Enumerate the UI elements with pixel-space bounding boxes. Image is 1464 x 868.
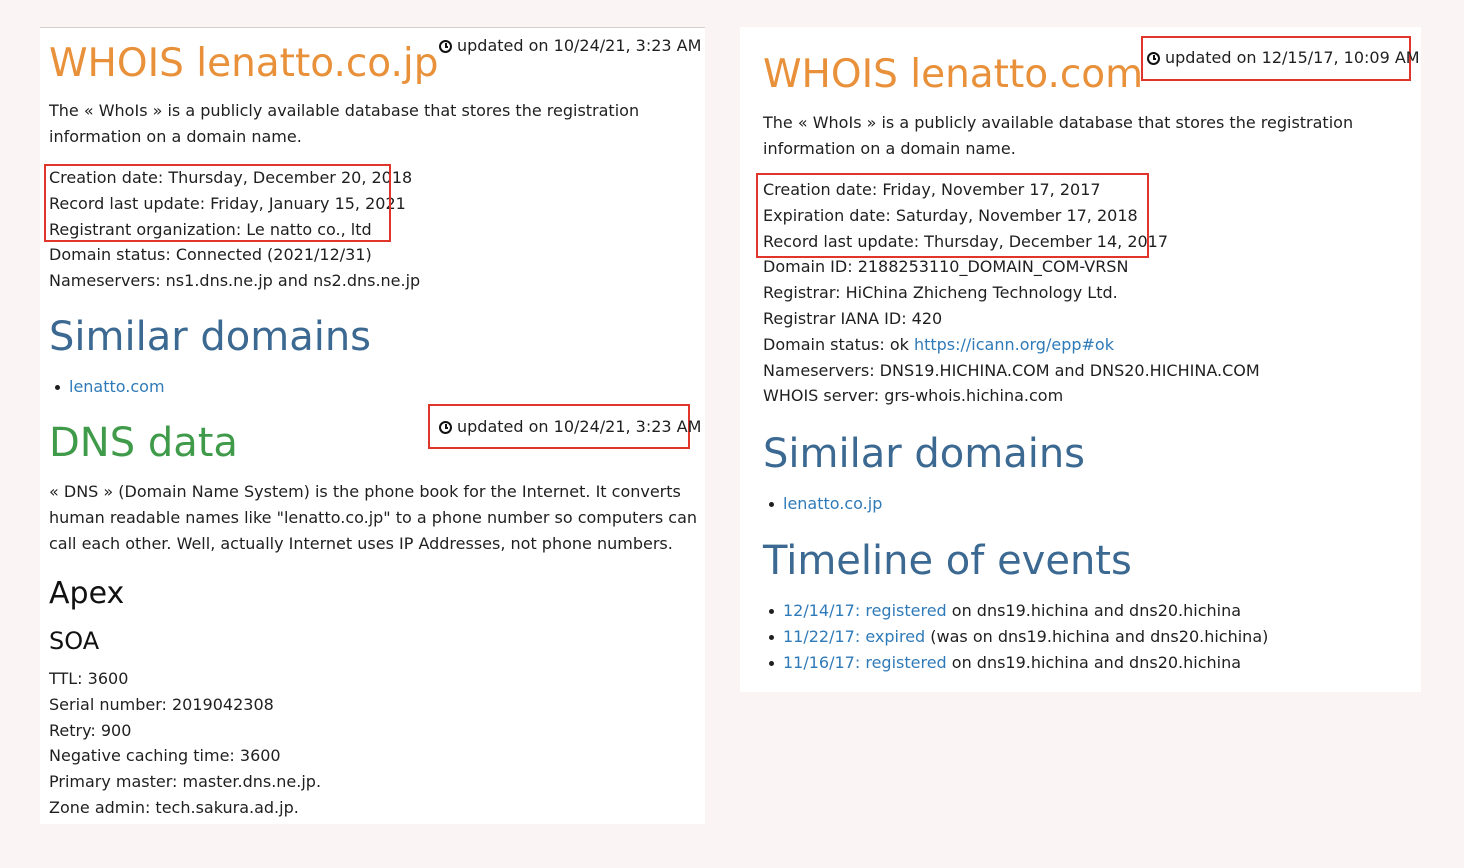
- similar-domains-list: lenatto.com: [50, 374, 165, 400]
- similar-domain-link[interactable]: lenatto.co.jp: [783, 494, 882, 513]
- dns-updated-timestamp: updated on 10/24/21, 3:23 AM: [439, 416, 701, 438]
- left-whois-panel: WHOIS lenatto.co.jp updated on 10/24/21,…: [40, 27, 705, 824]
- timeline-event-link[interactable]: 11/22/17: expired: [783, 627, 925, 646]
- page-title: WHOIS lenatto.com: [763, 52, 1144, 97]
- page-title: WHOIS lenatto.co.jp: [49, 41, 439, 86]
- soa-ttl: TTL: 3600: [49, 669, 129, 688]
- dns-data-heading: DNS data: [49, 420, 238, 466]
- soa-negative-caching: Negative caching time: 3600: [49, 746, 281, 766]
- dns-text-line: « DNS » (Domain Name System) is the phon…: [49, 482, 681, 501]
- soa-serial: Serial number: 2019042308: [49, 694, 274, 714]
- registrar-iana-id: Registrar IANA ID: 420: [763, 308, 943, 328]
- timeline-event-text: (was on dns19.hichina and dns20.hichina): [925, 626, 1269, 646]
- highlight-box: [756, 173, 1149, 258]
- apex-heading: Apex: [49, 576, 125, 611]
- similar-domains-list: lenatto.co.jp: [764, 491, 882, 517]
- intro-text: The « WhoIs » is a publicly available da…: [49, 98, 639, 150]
- similar-domain-link[interactable]: lenatto.com: [69, 377, 165, 396]
- dns-description: « DNS » (Domain Name System) is the phon…: [49, 479, 697, 556]
- updated-text: updated on 10/24/21, 3:23 AM: [457, 417, 702, 436]
- soa-heading: SOA: [49, 627, 100, 655]
- registrar: Registrar: HiChina Zhicheng Technology L…: [763, 283, 1118, 303]
- domain-status-label: Domain status: ok: [763, 334, 914, 354]
- similar-domains-heading: Similar domains: [763, 431, 1086, 477]
- soa-primary-master: Primary master: master.dns.ne.jp.: [49, 772, 322, 792]
- right-whois-panel: WHOIS lenatto.com updated on 12/15/17, 1…: [740, 27, 1421, 692]
- clock-icon: [1147, 51, 1160, 65]
- updated-timestamp: updated on 12/15/17, 10:09 AM: [1147, 47, 1420, 69]
- updated-text: updated on 12/15/17, 10:09 AM: [1165, 48, 1420, 67]
- dns-text-line: call each other. Well, actually Internet…: [49, 533, 673, 553]
- list-item: lenatto.com: [50, 374, 165, 400]
- soa-zone-admin: Zone admin: tech.sakura.ad.jp.: [49, 797, 299, 817]
- list-item: lenatto.co.jp: [764, 491, 882, 517]
- timeline-heading: Timeline of events: [763, 538, 1132, 584]
- similar-domains-heading: Similar domains: [49, 314, 372, 360]
- dns-text-line: human readable names like "lenatto.co.jp…: [49, 507, 698, 527]
- intro-line: information on a domain name.: [49, 126, 302, 146]
- domain-id: Domain ID: 2188253110_DOMAIN_COM-VRSN: [763, 257, 1129, 277]
- list-item: 12/14/17: registered on dns19.hichina an…: [764, 598, 1268, 624]
- domain-status: Domain status: ok https://icann.org/epp#…: [763, 332, 1260, 358]
- updated-timestamp: updated on 10/24/21, 3:23 AM: [439, 35, 701, 57]
- timeline-event-text: on dns19.hichina and dns20.hichina: [946, 652, 1242, 672]
- soa-fields: TTL: 3600 Serial number: 2019042308 Retr…: [49, 666, 321, 821]
- domain-status: Domain status: Connected (2021/12/31): [49, 245, 372, 265]
- list-item: 11/22/17: expired (was on dns19.hichina …: [764, 624, 1268, 650]
- intro-line: information on a domain name.: [763, 138, 1016, 158]
- list-item: 11/16/17: registered on dns19.hichina an…: [764, 650, 1268, 676]
- timeline-event-link[interactable]: 12/14/17: registered: [783, 601, 947, 620]
- timeline-list: 12/14/17: registered on dns19.hichina an…: [764, 598, 1268, 675]
- timeline-event-text: on dns19.hichina and dns20.hichina: [946, 601, 1242, 620]
- nameservers: Nameservers: DNS19.HICHINA.COM and DNS20…: [763, 360, 1260, 380]
- nameservers: Nameservers: ns1.dns.ne.jp and ns2.dns.n…: [49, 271, 421, 291]
- soa-retry: Retry: 900: [49, 720, 132, 740]
- domain-status-link[interactable]: https://icann.org/epp#ok: [914, 335, 1114, 354]
- clock-icon: [439, 39, 452, 53]
- intro-line: The « WhoIs » is a publicly available da…: [763, 113, 1354, 132]
- intro-line: The « WhoIs » is a publicly available da…: [49, 101, 640, 120]
- updated-text: updated on 10/24/21, 3:23 AM: [457, 36, 702, 55]
- whois-server: WHOIS server: grs-whois.hichina.com: [763, 386, 1064, 406]
- intro-text: The « WhoIs » is a publicly available da…: [763, 110, 1353, 162]
- timeline-event-link[interactable]: 11/16/17: registered: [783, 653, 947, 672]
- highlight-box: [44, 164, 391, 242]
- clock-icon: [439, 420, 452, 434]
